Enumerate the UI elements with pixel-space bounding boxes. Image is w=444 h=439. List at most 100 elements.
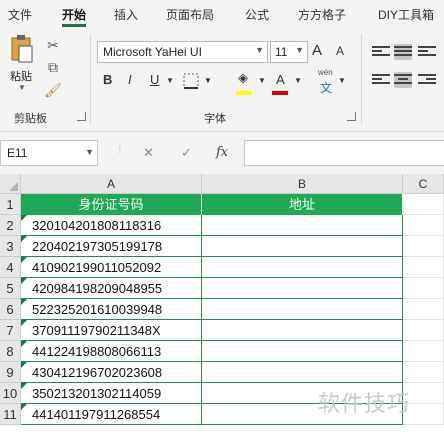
id-number-cell[interactable]: 350213201302114059	[21, 383, 202, 404]
empty-cell[interactable]	[403, 278, 444, 299]
fill-color-icon[interactable]: ◈	[238, 70, 248, 86]
paste-label[interactable]: 粘贴	[10, 68, 32, 84]
align-bottom-icon[interactable]	[418, 44, 436, 60]
tab-file[interactable]: 文件	[8, 6, 32, 23]
id-number-cell[interactable]: 220402197305199178	[21, 236, 202, 257]
row-header[interactable]: 2	[0, 215, 21, 236]
error-indicator-icon[interactable]	[21, 362, 27, 368]
border-icon[interactable]	[182, 72, 202, 90]
chevron-down-icon[interactable]: ▼	[258, 76, 266, 85]
empty-cell[interactable]	[403, 215, 444, 236]
copy-icon[interactable]: ⧉	[44, 58, 62, 76]
underline-button[interactable]: U	[150, 72, 159, 87]
address-cell[interactable]	[202, 257, 403, 278]
row-header[interactable]: 6	[0, 299, 21, 320]
select-all-corner[interactable]	[0, 174, 21, 194]
id-number-cell[interactable]: 430412196702023608	[21, 362, 202, 383]
phonetic-pinyin[interactable]: wén	[318, 68, 333, 77]
tab-diy-toolbox[interactable]: DIY工具箱	[378, 6, 434, 23]
chevron-down-icon[interactable]: ▼	[294, 76, 302, 85]
align-top-icon[interactable]	[372, 44, 390, 60]
format-painter-icon[interactable]: 🖌	[44, 81, 62, 99]
group-divider	[90, 34, 91, 124]
address-cell[interactable]	[202, 278, 403, 299]
error-indicator-icon[interactable]	[21, 404, 27, 410]
chevron-down-icon[interactable]: ▼	[85, 147, 94, 157]
tab-insert[interactable]: 插入	[114, 6, 138, 23]
row-header[interactable]: 9	[0, 362, 21, 383]
row-header[interactable]: 1	[0, 194, 21, 215]
phonetic-guide-icon[interactable]: 文	[320, 79, 332, 96]
cut-icon[interactable]: ✂	[44, 36, 62, 54]
header-cell-address[interactable]: 地址	[202, 194, 403, 215]
address-cell[interactable]	[202, 236, 403, 257]
cancel-icon[interactable]: ✕	[143, 145, 154, 161]
error-indicator-icon[interactable]	[21, 383, 27, 389]
error-indicator-icon[interactable]	[21, 278, 27, 284]
align-center-icon[interactable]	[394, 72, 412, 88]
insert-function-icon[interactable]: fx	[216, 145, 228, 160]
tab-home[interactable]: 开始	[62, 6, 86, 23]
error-indicator-icon[interactable]	[21, 299, 27, 305]
clipboard-launcher-icon[interactable]	[77, 112, 86, 121]
row-header[interactable]: 10	[0, 383, 21, 404]
column-header-a[interactable]: A	[21, 174, 202, 194]
chevron-down-icon[interactable]: ▼	[338, 76, 346, 85]
id-number-cell[interactable]: 320104201808118316	[21, 215, 202, 236]
error-indicator-icon[interactable]	[21, 257, 27, 263]
empty-cell[interactable]	[403, 362, 444, 383]
align-left-icon[interactable]	[372, 72, 390, 88]
font-launcher-icon[interactable]	[347, 112, 356, 121]
empty-cell[interactable]	[403, 257, 444, 278]
more-options-icon: ⋮	[116, 145, 124, 154]
error-indicator-icon[interactable]	[21, 341, 27, 347]
align-middle-icon[interactable]	[394, 44, 412, 60]
chevron-down-icon[interactable]: ▼	[204, 76, 212, 85]
font-color-icon[interactable]: A	[276, 72, 285, 87]
header-cell-id-number[interactable]: 身份证号码	[21, 194, 202, 215]
name-box[interactable]: E11 ▼	[0, 140, 98, 166]
address-cell[interactable]	[202, 299, 403, 320]
row-header[interactable]: 4	[0, 257, 21, 278]
id-number-cell[interactable]: 410902199011052092	[21, 257, 202, 278]
tab-formulas[interactable]: 公式	[245, 6, 269, 23]
id-number-cell[interactable]: 420984198209048955	[21, 278, 202, 299]
error-indicator-icon[interactable]	[21, 236, 27, 242]
id-number-cell[interactable]: 441401197911268554	[21, 404, 202, 425]
font-size-select[interactable]: 11 ▼	[270, 41, 308, 63]
row-header[interactable]: 3	[0, 236, 21, 257]
formula-input[interactable]	[244, 140, 444, 166]
address-cell[interactable]	[202, 341, 403, 362]
id-number-cell[interactable]: 441224198808066113	[21, 341, 202, 362]
id-number-cell[interactable]: 37091119790211348X	[21, 320, 202, 341]
tab-fangfang[interactable]: 方方格子	[298, 6, 346, 23]
empty-cell[interactable]	[403, 299, 444, 320]
error-indicator-icon[interactable]	[21, 320, 27, 326]
italic-button[interactable]: I	[128, 72, 132, 87]
shrink-font-icon[interactable]: A	[336, 44, 344, 58]
paste-dropdown-icon[interactable]: ▼	[18, 83, 26, 92]
id-number-cell[interactable]: 522325201610039948	[21, 299, 202, 320]
confirm-icon[interactable]: ✓	[181, 145, 192, 161]
grow-font-icon[interactable]: A	[312, 42, 322, 59]
chevron-down-icon[interactable]: ▼	[166, 76, 174, 85]
column-header-c[interactable]: C	[403, 174, 444, 194]
font-name-select[interactable]: Microsoft YaHei UI ▼	[97, 41, 268, 63]
row-header[interactable]: 5	[0, 278, 21, 299]
empty-cell[interactable]	[403, 236, 444, 257]
error-indicator-icon[interactable]	[21, 215, 27, 221]
empty-cell[interactable]	[403, 194, 444, 215]
column-header-b[interactable]: B	[202, 174, 403, 194]
address-cell[interactable]	[202, 362, 403, 383]
bold-button[interactable]: B	[103, 72, 112, 87]
tab-page-layout[interactable]: 页面布局	[166, 6, 214, 23]
align-right-icon[interactable]	[418, 72, 436, 88]
row-header[interactable]: 8	[0, 341, 21, 362]
empty-cell[interactable]	[403, 320, 444, 341]
row-header[interactable]: 7	[0, 320, 21, 341]
row-header[interactable]: 11	[0, 404, 21, 425]
paste-icon[interactable]	[10, 34, 34, 64]
address-cell[interactable]	[202, 215, 403, 236]
address-cell[interactable]	[202, 320, 403, 341]
empty-cell[interactable]	[403, 341, 444, 362]
